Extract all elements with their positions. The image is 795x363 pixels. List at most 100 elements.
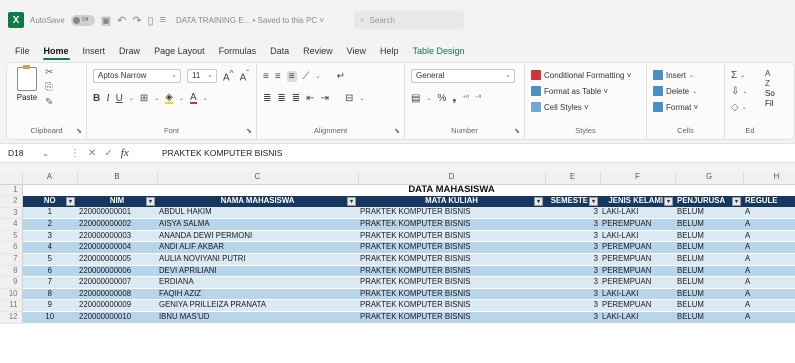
cell-nama[interactable]: ERDIANA	[157, 276, 358, 289]
column-header-e[interactable]: E	[545, 172, 601, 185]
conditional-formatting-button[interactable]: Conditional Formatting ˅	[531, 67, 640, 83]
header-jenis-kelamin[interactable]: JENIS KELAMI ▾	[600, 195, 675, 208]
tab-review[interactable]: Review	[296, 40, 340, 62]
cell-jenis-kelamin[interactable]: LAKI-LAKI	[600, 311, 675, 324]
cell-mata-kuliah[interactable]: PRAKTEK KOMPUTER BISNIS	[358, 299, 545, 313]
cell[interactable]	[600, 184, 675, 196]
align-center-icon[interactable]: ≣	[277, 93, 285, 104]
cancel-icon[interactable]: ✕	[88, 148, 96, 159]
column-header-g[interactable]: G	[675, 172, 744, 185]
cell-nama[interactable]: DEVI APRILIANI	[157, 265, 358, 278]
header-nama[interactable]: NAMA MAHASISWA ▾	[157, 195, 358, 208]
font-name-select[interactable]: Aptos Narrow ⌄	[93, 69, 181, 83]
document-title[interactable]: DATA TRAINING E... • Saved to this PC ˅	[176, 16, 324, 25]
filter-dropdown-icon[interactable]: ▾	[732, 196, 741, 206]
fill-color-icon[interactable]: ◈	[165, 92, 173, 104]
cell-penjurusan[interactable]: BELUM	[675, 276, 743, 289]
chevron-down-icon[interactable]: ⌄	[359, 95, 364, 102]
column-header-d[interactable]: D	[358, 172, 546, 185]
customize-toolbar-icon[interactable]: ≡	[160, 14, 166, 26]
cell-no[interactable]: 9	[22, 299, 77, 313]
paste-button[interactable]: Paste	[13, 65, 41, 102]
tab-insert[interactable]: Insert	[76, 40, 113, 62]
cell-no[interactable]: 5	[22, 253, 77, 266]
borders-icon[interactable]: ⊞	[140, 93, 148, 104]
filter-dropdown-icon[interactable]: ▾	[664, 196, 673, 206]
quick-access-icon[interactable]: ▯	[148, 14, 154, 27]
cell-penjurusan[interactable]: BELUM	[675, 230, 743, 243]
filter-dropdown-icon[interactable]: ▾	[66, 196, 75, 206]
shrink-font-icon[interactable]: Aˇ	[240, 68, 249, 83]
chevron-down-icon[interactable]: ⌄	[154, 95, 159, 102]
cell-semester[interactable]: 3	[545, 253, 600, 266]
tab-home[interactable]: Home	[37, 40, 76, 62]
tab-draw[interactable]: Draw	[112, 40, 147, 62]
column-header-f[interactable]: F	[600, 172, 676, 185]
tab-table-design[interactable]: Table Design	[406, 40, 472, 62]
orientation-icon[interactable]: ⟋	[303, 71, 310, 82]
cell-reguler[interactable]: A	[743, 207, 795, 220]
undo-icon[interactable]: ↶	[117, 14, 126, 27]
search-input[interactable]: ⌕ Search	[354, 11, 464, 29]
cell-penjurusan[interactable]: BELUM	[675, 288, 743, 301]
cell-nama[interactable]: FAQIH AZIZ	[157, 288, 358, 301]
name-box[interactable]: D18 ⌄	[0, 148, 70, 159]
chevron-down-icon[interactable]: ⌄	[129, 95, 134, 102]
cell-mata-kuliah[interactable]: PRAKTEK KOMPUTER BISNIS	[358, 218, 545, 231]
tab-page-layout[interactable]: Page Layout	[147, 40, 212, 62]
cell-nim[interactable]: 220000000009	[77, 299, 157, 313]
cell-nim[interactable]: 220000000008	[77, 288, 157, 301]
cell[interactable]	[743, 184, 795, 196]
cell-jenis-kelamin[interactable]: PEREMPUAN	[600, 276, 675, 289]
cell[interactable]	[77, 184, 157, 196]
autosave-toggle[interactable]: Off	[70, 14, 95, 26]
cell-mata-kuliah[interactable]: PRAKTEK KOMPUTER BISNIS	[358, 265, 545, 278]
cell-no[interactable]: 7	[22, 276, 77, 289]
row-header[interactable]: 2	[0, 195, 23, 208]
cell-semester[interactable]: 3	[545, 299, 600, 313]
sort-filter-button[interactable]: A Z So Fil	[765, 69, 775, 109]
cell-penjurusan[interactable]: BELUM	[675, 241, 743, 255]
underline-icon[interactable]: U	[116, 93, 123, 104]
insert-function-icon[interactable]: fx	[121, 147, 129, 159]
accounting-format-icon[interactable]: ▤	[411, 93, 420, 104]
decrease-decimal-icon[interactable]: ⁻⁰	[475, 94, 482, 102]
clear-button[interactable]: ◇ ⌄	[731, 99, 769, 115]
filter-dropdown-icon[interactable]: ▾	[589, 196, 598, 206]
cell-nama[interactable]: ANDI ALIF AKBAR	[157, 241, 358, 255]
cell-nim[interactable]: 220000000001	[77, 207, 157, 220]
cell-nim[interactable]: 220000000004	[77, 241, 157, 255]
align-bottom-icon[interactable]: ≡	[286, 70, 297, 82]
format-as-table-button[interactable]: Format as Table ˅	[531, 83, 640, 99]
row-header[interactable]: 10	[0, 288, 23, 301]
cell-nama[interactable]: IBNU MAS'UD	[157, 311, 358, 324]
align-top-icon[interactable]: ≡	[263, 71, 269, 82]
cell-reguler[interactable]: A	[743, 276, 795, 289]
header-nim[interactable]: NIM ▾	[77, 195, 157, 208]
tab-help[interactable]: Help	[373, 40, 406, 62]
cell[interactable]	[545, 184, 600, 196]
header-no[interactable]: NO ▾	[22, 195, 77, 208]
font-launcher-icon[interactable]: ⬊	[246, 127, 252, 135]
column-header-c[interactable]: C	[157, 172, 359, 185]
cell-semester[interactable]: 3	[545, 276, 600, 289]
cell-reguler[interactable]: A	[743, 230, 795, 243]
cell[interactable]	[675, 184, 743, 196]
cell-semester[interactable]: 3	[545, 265, 600, 278]
cell-reguler[interactable]: A	[743, 299, 795, 313]
cell-nim[interactable]: 220000000002	[77, 218, 157, 231]
row-header[interactable]: 8	[0, 265, 23, 278]
percent-style-icon[interactable]: %	[437, 93, 446, 104]
header-semester[interactable]: SEMESTE ▾	[545, 195, 600, 208]
filter-dropdown-icon[interactable]: ▾	[534, 196, 543, 206]
cell-reguler[interactable]: A	[743, 288, 795, 301]
filter-dropdown-icon[interactable]: ▾	[347, 196, 356, 206]
cell-semester[interactable]: 3	[545, 241, 600, 255]
cell-semester[interactable]: 3	[545, 218, 600, 231]
cell-nama[interactable]: AULIA NOVIYANI PUTRI	[157, 253, 358, 266]
tab-file[interactable]: File	[8, 40, 37, 62]
cell-no[interactable]: 1	[22, 207, 77, 220]
cell-penjurusan[interactable]: BELUM	[675, 299, 743, 313]
cell-jenis-kelamin[interactable]: LAKI-LAKI	[600, 288, 675, 301]
chevron-down-icon[interactable]: ⌄	[179, 95, 184, 102]
